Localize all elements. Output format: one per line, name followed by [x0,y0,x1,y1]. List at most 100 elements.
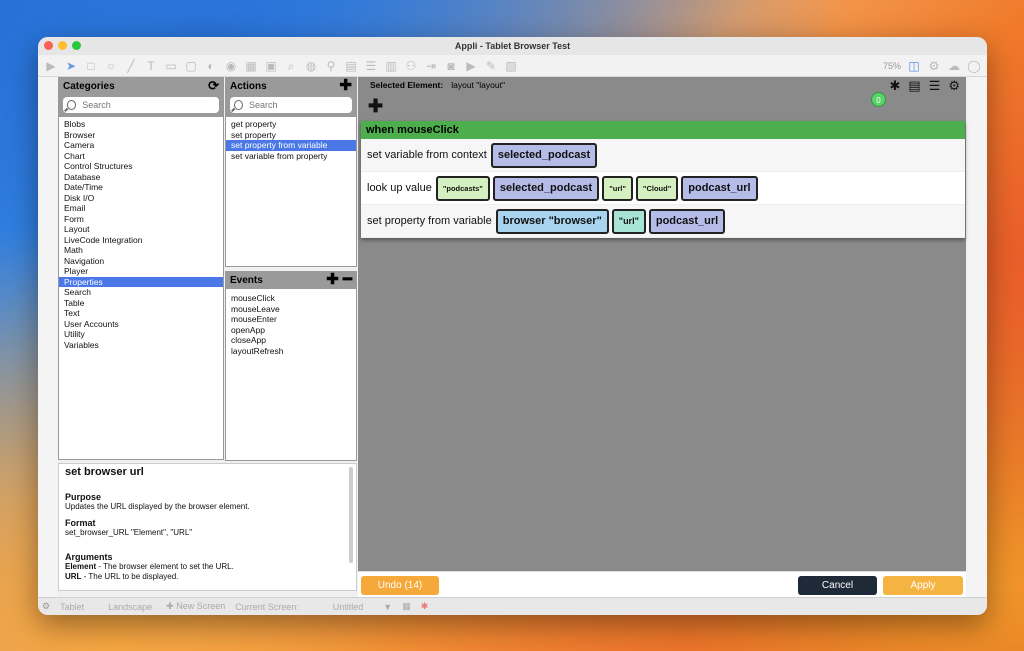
category-item[interactable]: Math [63,245,219,256]
oval-tool-icon[interactable]: ○ [104,59,118,73]
category-item[interactable]: Navigation [63,256,219,267]
new-screen-button[interactable]: ✚ New Screen [166,601,225,612]
category-item[interactable]: Database [63,172,219,183]
cloud-upload-icon[interactable]: ☁ [947,59,961,73]
image-tool-icon[interactable]: ▤ [344,59,358,73]
grid-tool-icon[interactable]: ▦ [244,59,258,73]
bug-icon[interactable]: ✱ [421,601,429,612]
map-pin-icon[interactable]: ⚲ [324,59,338,73]
event-item[interactable]: mouseClick [230,293,352,304]
parameter-chip[interactable]: selected_podcast [490,142,598,168]
people-icon[interactable]: ⚇ [404,59,418,73]
actions-search-input[interactable] [248,100,352,110]
parameter-chip[interactable]: selected_podcast [492,175,600,201]
block-row[interactable]: look up value "podcasts" selected_podcast "… [361,172,965,205]
left-gutter [38,77,58,597]
category-item[interactable]: Disk I/O [63,193,219,204]
category-item[interactable]: Control Structures [63,161,219,172]
line-tool-icon[interactable]: ╱ [124,59,138,73]
add-block-button[interactable]: ✚ [368,97,383,115]
category-item[interactable]: Variables [63,340,219,351]
rectangle-tool-icon[interactable]: □ [84,59,98,73]
zoom-window-button[interactable] [72,41,81,50]
video-tool-icon[interactable]: ▶ [464,59,478,73]
field-tool-icon[interactable]: ▭ [164,59,178,73]
event-item[interactable]: openApp [230,325,352,336]
bug-icon[interactable]: ✱ [889,79,900,93]
category-item[interactable]: User Accounts [63,319,219,330]
block-row[interactable]: set property from variable browser "brows… [361,205,965,238]
add-action-button[interactable]: ✚ [339,78,352,94]
category-item[interactable]: Browser [63,130,219,141]
globe-tool-icon[interactable]: ◍ [304,59,318,73]
category-item[interactable]: Properties [59,276,223,287]
edit-tool-icon[interactable]: ✎ [484,59,498,73]
preview-icon[interactable]: ◫ [907,59,921,73]
apply-button[interactable]: Apply [883,576,963,595]
category-item[interactable]: Email [63,203,219,214]
camera-tool-icon[interactable]: ◙ [444,59,458,73]
category-item[interactable]: Camera [63,140,219,151]
parameter-chip[interactable]: podcast_url [681,175,758,201]
category-item[interactable]: Chart [63,151,219,162]
parameter-chip[interactable]: "podcasts" [435,175,490,201]
action-item[interactable]: set property [230,130,352,141]
parameter-chip[interactable]: podcast_url [648,208,726,234]
event-item[interactable]: layoutRefresh [230,346,352,357]
gear-icon[interactable]: ⚙ [42,601,50,612]
block-row[interactable]: set variable from context selected_podcas… [361,139,965,172]
window-tool-icon[interactable]: ▣ [264,59,278,73]
category-item[interactable]: Form [63,214,219,225]
zoom-level[interactable]: 75% [883,61,901,71]
action-item[interactable]: set property from variable [226,140,356,151]
event-item[interactable]: mouseLeave [230,304,352,315]
parameter-chip[interactable]: "Cloud" [635,175,679,201]
search-tool-icon[interactable]: ⌕ [284,59,298,73]
title-bar: Appli - Tablet Browser Test [38,37,987,55]
undo-button[interactable]: Undo (14) [361,576,439,595]
parameter-chip[interactable]: "url" [611,208,646,234]
orientation-selector[interactable]: Landscape [108,602,152,612]
chart-tool-icon[interactable]: ▨ [504,59,518,73]
minimize-window-button[interactable] [58,41,67,50]
doc-scrollbar[interactable] [349,467,353,563]
category-item[interactable]: LiveCode Integration [63,235,219,246]
category-item[interactable]: Player [63,266,219,277]
category-item[interactable]: Blobs [63,119,219,130]
pointer-icon[interactable]: ➤ [64,59,78,73]
button-tool-icon[interactable]: ▢ [184,59,198,73]
category-item[interactable]: Search [63,287,219,298]
refresh-icon[interactable]: ⟳ [208,78,219,94]
user-icon[interactable]: ◯ [967,59,981,73]
radio-tool-icon[interactable]: ◉ [224,59,238,73]
database-icon[interactable]: ☰ [929,79,941,93]
parameter-chip[interactable]: "url" [602,175,633,201]
category-item[interactable]: Utility [63,329,219,340]
action-item[interactable]: get property [230,119,352,130]
event-item[interactable]: mouseEnter [230,314,352,325]
current-screen-selector[interactable]: Untitled ▼ [333,602,392,612]
toggle-tool-icon[interactable]: ◐ [204,59,218,73]
add-remove-event-buttons[interactable]: ✚ ━ [326,272,352,288]
event-block[interactable]: when mouseClick set variable from contex… [361,121,965,238]
category-item[interactable]: Date/Time [63,182,219,193]
categories-search-input[interactable] [82,100,219,110]
device-selector[interactable]: Tablet [60,602,84,612]
category-item[interactable]: Table [63,298,219,309]
event-item[interactable]: closeApp [230,335,352,346]
list-tool-icon[interactable]: ☰ [364,59,378,73]
close-window-button[interactable] [44,41,53,50]
category-item[interactable]: Layout [63,224,219,235]
cancel-button[interactable]: Cancel [798,576,877,595]
table-tool-icon[interactable]: ▥ [384,59,398,73]
parameter-chip[interactable]: browser "browser" [495,208,609,234]
gear-icon[interactable]: ⚙ [948,79,960,93]
play-icon[interactable]: ▶ [44,59,58,73]
login-icon[interactable]: ⇥ [424,59,438,73]
text-tool-icon[interactable]: T [144,59,158,73]
category-item[interactable]: Text [63,308,219,319]
action-item[interactable]: set variable from property [230,151,352,162]
list-view-icon[interactable]: ▤ [908,79,920,93]
settings-icon[interactable]: ⚙ [927,59,941,73]
grid-view-icon[interactable]: ▦ [402,601,411,612]
